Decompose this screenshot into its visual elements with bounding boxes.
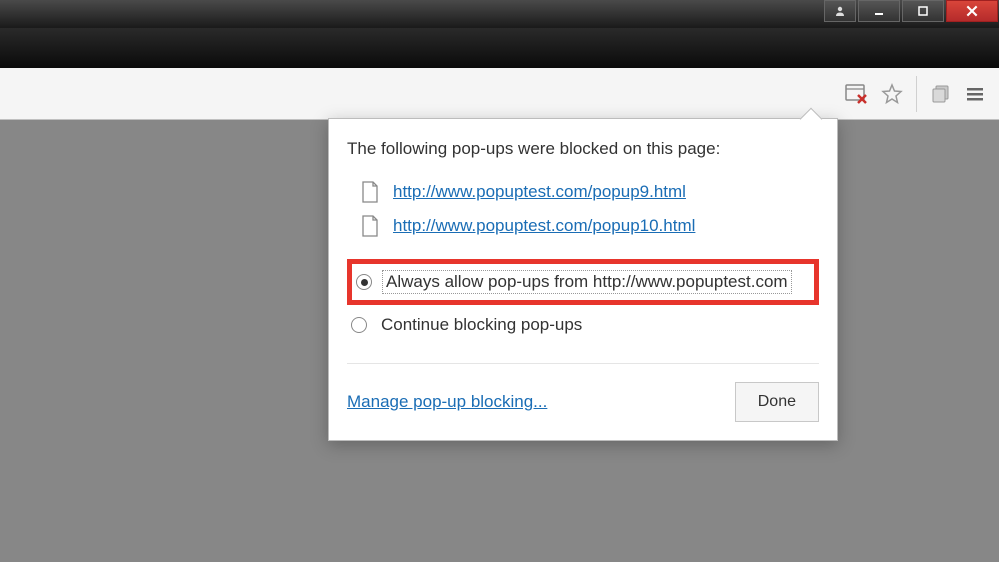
pages-icon[interactable]	[929, 82, 953, 106]
file-icon	[361, 181, 379, 203]
radio-icon	[356, 274, 372, 290]
blocked-popup-item: http://www.popuptest.com/popup10.html	[347, 209, 819, 243]
maximize-button[interactable]	[902, 0, 944, 22]
divider	[347, 363, 819, 364]
blocked-popup-item: http://www.popuptest.com/popup9.html	[347, 175, 819, 209]
radio-always-allow[interactable]: Always allow pop-ups from http://www.pop…	[347, 259, 819, 305]
blocked-popup-link[interactable]: http://www.popuptest.com/popup9.html	[393, 182, 686, 202]
user-button[interactable]	[824, 0, 856, 22]
titlebar	[0, 0, 999, 28]
blocked-popup-list: http://www.popuptest.com/popup9.html htt…	[347, 175, 819, 243]
browser-toolbar	[0, 68, 999, 120]
close-button[interactable]	[946, 0, 998, 22]
minimize-button[interactable]	[858, 0, 900, 22]
popup-title: The following pop-ups were blocked on th…	[347, 139, 819, 159]
radio-label: Always allow pop-ups from http://www.pop…	[382, 270, 792, 294]
window-controls	[823, 0, 999, 28]
popup-footer: Manage pop-up blocking... Done	[347, 382, 819, 422]
popup-action-radio-group: Always allow pop-ups from http://www.pop…	[347, 259, 819, 345]
radio-label: Continue blocking pop-ups	[377, 313, 586, 337]
bookmark-star-icon[interactable]	[880, 82, 904, 106]
done-button[interactable]: Done	[735, 382, 819, 422]
manage-popup-blocking-link[interactable]: Manage pop-up blocking...	[347, 392, 547, 412]
radio-icon	[351, 317, 367, 333]
popup-blocked-panel: The following pop-ups were blocked on th…	[328, 118, 838, 441]
menu-icon[interactable]	[963, 82, 987, 106]
popup-blocked-icon[interactable]	[844, 82, 868, 106]
tab-strip	[0, 28, 999, 68]
radio-continue-blocking[interactable]: Continue blocking pop-ups	[347, 305, 819, 345]
window-frame: The following pop-ups were blocked on th…	[0, 0, 999, 562]
toolbar-right-group	[916, 76, 987, 112]
file-icon	[361, 215, 379, 237]
blocked-popup-link[interactable]: http://www.popuptest.com/popup10.html	[393, 216, 695, 236]
